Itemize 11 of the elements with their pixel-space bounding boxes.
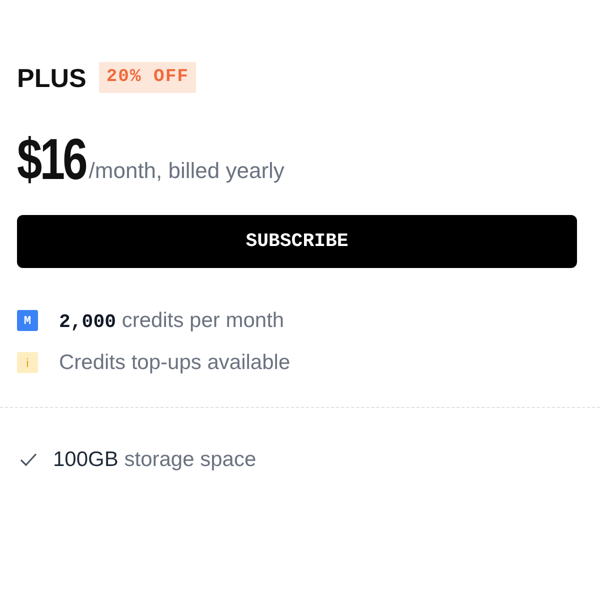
info-badge: i <box>17 352 38 373</box>
billing-period: /month, billed yearly <box>88 160 284 183</box>
plan-name: PLUS <box>17 64 86 90</box>
feature-text: 100GB storage space <box>53 448 256 470</box>
feature-text: 2,000 credits per month <box>59 310 284 332</box>
subscribe-button[interactable]: SUBSCRIBE <box>17 215 577 268</box>
price-amount: $16 <box>17 136 87 183</box>
discount-badge: 20% OFF <box>99 62 196 93</box>
credits-badge: M <box>17 310 38 331</box>
check-icon <box>20 452 37 466</box>
feature-text: Credits top-ups available <box>59 352 290 373</box>
